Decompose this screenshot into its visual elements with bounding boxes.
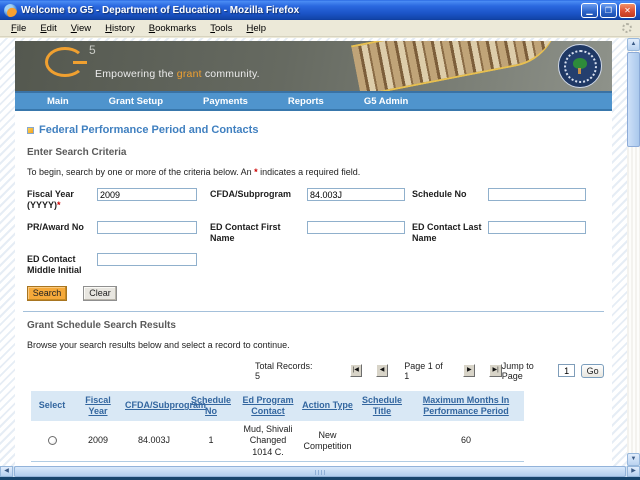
pr-award-no-label: PR/Award No bbox=[27, 221, 97, 245]
browser-window: Welcome to G5 - Department of Education … bbox=[0, 0, 640, 480]
header-schedule-title[interactable]: Schedule Title bbox=[356, 391, 408, 422]
ed-contact-last-name-input[interactable] bbox=[488, 221, 586, 234]
clear-button[interactable]: Clear bbox=[83, 286, 117, 301]
dept-education-seal bbox=[558, 44, 602, 88]
menu-view[interactable]: View bbox=[64, 22, 98, 35]
scroll-up-icon[interactable]: ▲ bbox=[627, 38, 640, 51]
firefox-icon bbox=[4, 4, 17, 17]
throbber-icon bbox=[622, 23, 632, 33]
pagination-bar: Total Records: 5 |◀ ◀ Page 1 of 1 ▶ ▶| J… bbox=[27, 361, 600, 381]
nav-grant-setup[interactable]: Grant Setup bbox=[107, 96, 165, 107]
vertical-scrollbar[interactable]: ▲ ▼ bbox=[627, 38, 640, 466]
jump-to-page-label: Jump to Page bbox=[502, 361, 552, 381]
horizontal-scrollbar[interactable]: ◀ ▶ bbox=[0, 466, 640, 477]
menu-bar: File Edit View History Bookmarks Tools H… bbox=[0, 20, 640, 37]
scroll-left-icon[interactable]: ◀ bbox=[0, 466, 13, 477]
menu-file[interactable]: File bbox=[4, 22, 33, 35]
menu-history[interactable]: History bbox=[98, 22, 142, 35]
restore-button[interactable]: ❐ bbox=[600, 3, 617, 18]
select-radio[interactable] bbox=[48, 436, 57, 445]
scroll-down-icon[interactable]: ▼ bbox=[627, 453, 640, 466]
bookshelf-image bbox=[351, 41, 567, 91]
header-action-type[interactable]: Action Type bbox=[299, 391, 356, 422]
ed-contact-middle-initial-label: ED Contact Middle Initial bbox=[27, 253, 97, 277]
main-nav: Main Grant Setup Payments Reports G5 Adm… bbox=[15, 91, 612, 111]
header-cfda-subprogram[interactable]: CFDA/Subprogram bbox=[123, 391, 185, 422]
total-records: Total Records: 5 bbox=[255, 361, 316, 381]
menu-help[interactable]: Help bbox=[239, 22, 273, 35]
cfda-subprogram-input[interactable] bbox=[307, 188, 405, 201]
next-page-button[interactable]: ▶ bbox=[463, 364, 475, 377]
page-content: Federal Performance Period and Contacts … bbox=[15, 111, 612, 466]
header-ed-program-contact[interactable]: Ed Program Contact bbox=[237, 391, 299, 422]
menu-bookmarks[interactable]: Bookmarks bbox=[142, 22, 204, 35]
title-bar: Welcome to G5 - Department of Education … bbox=[0, 0, 640, 20]
ed-contact-last-name-label: ED Contact Last Name bbox=[412, 221, 488, 245]
pr-award-no-input[interactable] bbox=[97, 221, 197, 234]
horizontal-scroll-thumb[interactable] bbox=[14, 466, 626, 477]
vertical-scroll-thumb[interactable] bbox=[627, 52, 640, 147]
jump-to-page-input[interactable] bbox=[558, 364, 575, 377]
page-viewport: 5 Empowering the grant community. Main G… bbox=[0, 38, 627, 466]
search-criteria-heading: Enter Search Criteria bbox=[27, 147, 600, 158]
g5-logo-sup: 5 bbox=[89, 43, 96, 57]
last-page-button[interactable]: ▶| bbox=[489, 364, 501, 377]
search-form: Fiscal Year (YYYY)* CFDA/Subprogram Sche… bbox=[27, 188, 600, 277]
fiscal-year-label: Fiscal Year (YYYY)* bbox=[27, 188, 97, 212]
nav-g5-admin[interactable]: G5 Admin bbox=[362, 96, 411, 107]
schedule-no-label: Schedule No bbox=[412, 188, 488, 212]
ed-contact-first-name-label: ED Contact First Name bbox=[210, 221, 307, 245]
ed-contact-first-name-input[interactable] bbox=[307, 221, 405, 234]
g5-application: 5 Empowering the grant community. Main G… bbox=[15, 41, 612, 466]
table-row: 2009 84.003J 1 Mud, Shivali Changed 1014… bbox=[31, 421, 524, 461]
minimize-button[interactable]: ▁ bbox=[581, 3, 598, 18]
search-instruction: To begin, search by one or more of the c… bbox=[27, 167, 600, 177]
header-select: Select bbox=[31, 391, 73, 422]
scroll-right-icon[interactable]: ▶ bbox=[627, 466, 640, 477]
fiscal-year-input[interactable] bbox=[97, 188, 197, 201]
schedule-no-input[interactable] bbox=[488, 188, 586, 201]
g5-banner: 5 Empowering the grant community. bbox=[15, 41, 612, 91]
prev-page-button[interactable]: ◀ bbox=[376, 364, 388, 377]
header-max-months[interactable]: Maximum Months In Performance Period bbox=[408, 391, 524, 422]
bullet-square-icon bbox=[27, 127, 34, 134]
menu-tools[interactable]: Tools bbox=[203, 22, 239, 35]
results-instruction: Browse your search results below and sel… bbox=[27, 340, 600, 350]
ed-contact-middle-initial-input[interactable] bbox=[97, 253, 197, 266]
cfda-subprogram-label: CFDA/Subprogram bbox=[210, 188, 307, 212]
section-divider bbox=[23, 311, 604, 312]
page-title: Federal Performance Period and Contacts bbox=[39, 124, 258, 136]
window-title: Welcome to G5 - Department of Education … bbox=[21, 5, 577, 16]
banner-tagline: Empowering the grant community. bbox=[95, 68, 260, 80]
menu-edit[interactable]: Edit bbox=[33, 22, 63, 35]
tree-icon bbox=[572, 58, 588, 74]
search-button[interactable]: Search bbox=[27, 286, 67, 301]
page-status: Page 1 of 1 bbox=[404, 361, 447, 381]
table-header-row: Select Fiscal Year CFDA/Subprogram Sched… bbox=[31, 391, 524, 422]
results-table: Select Fiscal Year CFDA/Subprogram Sched… bbox=[31, 391, 524, 467]
close-button[interactable]: ✕ bbox=[619, 3, 636, 18]
results-heading: Grant Schedule Search Results bbox=[27, 320, 600, 331]
nav-payments[interactable]: Payments bbox=[201, 96, 250, 107]
first-page-button[interactable]: |◀ bbox=[350, 364, 362, 377]
nav-main[interactable]: Main bbox=[45, 96, 71, 107]
nav-reports[interactable]: Reports bbox=[286, 96, 326, 107]
header-fiscal-year[interactable]: Fiscal Year bbox=[73, 391, 123, 422]
go-button[interactable]: Go bbox=[581, 364, 604, 378]
